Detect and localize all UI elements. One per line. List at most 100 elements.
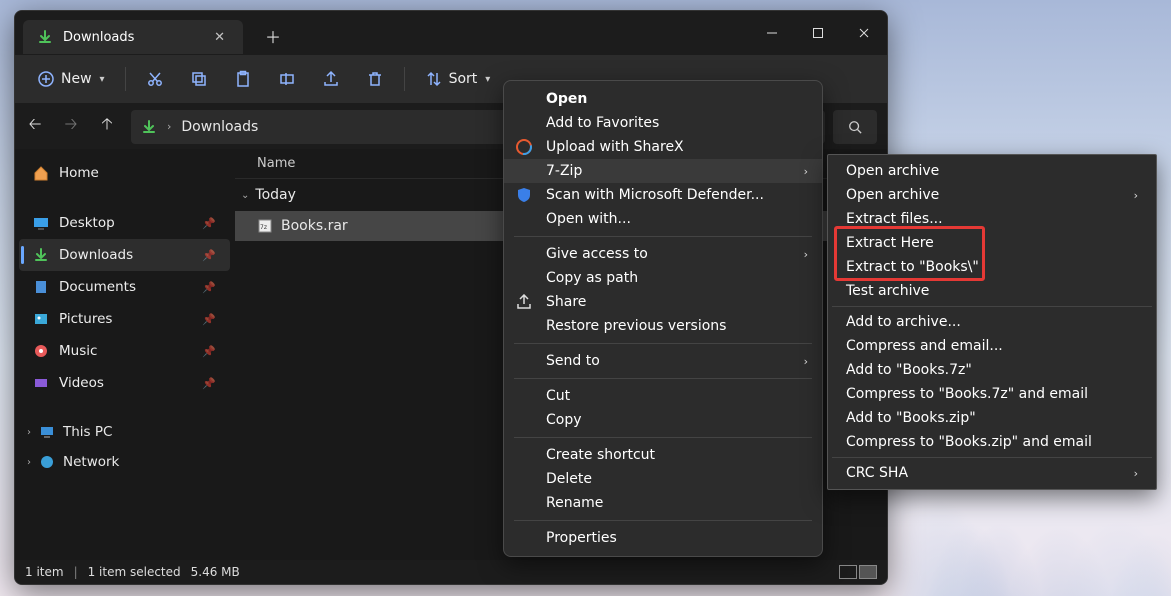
separator bbox=[514, 236, 812, 237]
cut-button[interactable] bbox=[136, 64, 174, 94]
icons-view-button[interactable] bbox=[859, 565, 877, 579]
search-button[interactable] bbox=[833, 110, 877, 144]
sidebar-item-videos[interactable]: Videos 📌 bbox=[19, 367, 230, 399]
ctx-send-to[interactable]: Send to› bbox=[504, 349, 822, 373]
trash-icon bbox=[366, 70, 384, 88]
ctx-defender[interactable]: Scan with Microsoft Defender... bbox=[504, 183, 822, 207]
pin-icon: 📌 bbox=[202, 249, 216, 262]
ctx-test-archive[interactable]: Test archive bbox=[828, 279, 1156, 303]
ctx-compress-email[interactable]: Compress and email... bbox=[828, 334, 1156, 358]
file-name: Books.rar bbox=[281, 218, 348, 234]
ctx-share[interactable]: Share bbox=[504, 290, 822, 314]
pin-icon: 📌 bbox=[202, 281, 216, 294]
column-name[interactable]: Name bbox=[235, 156, 317, 171]
documents-icon bbox=[33, 279, 49, 295]
ctx-restore-versions[interactable]: Restore previous versions bbox=[504, 314, 822, 338]
sort-icon bbox=[425, 70, 443, 88]
ctx-open-archive-sub[interactable]: Open archive› bbox=[828, 183, 1156, 207]
downloads-icon bbox=[33, 247, 49, 263]
maximize-button[interactable] bbox=[795, 11, 841, 55]
separator bbox=[514, 437, 812, 438]
status-bar: 1 item | 1 item selected 5.46 MB bbox=[15, 560, 887, 584]
chevron-right-icon: › bbox=[804, 165, 808, 178]
rename-button[interactable] bbox=[268, 64, 306, 94]
sidebar: Home Desktop 📌 Downloads 📌 Documents 📌 P… bbox=[15, 149, 235, 560]
ctx-copy-path[interactable]: Copy as path bbox=[504, 266, 822, 290]
sort-button[interactable]: Sort ▾ bbox=[415, 64, 501, 94]
forward-button[interactable]: 🡢 bbox=[55, 111, 87, 143]
ctx-create-shortcut[interactable]: Create shortcut bbox=[504, 443, 822, 467]
breadcrumb-location[interactable]: Downloads bbox=[181, 119, 258, 135]
minimize-button[interactable] bbox=[749, 11, 795, 55]
videos-icon bbox=[33, 375, 49, 391]
ctx-compress-zip-email[interactable]: Compress to "Books.zip" and email bbox=[828, 430, 1156, 454]
window-controls bbox=[749, 11, 887, 55]
chevron-right-icon: › bbox=[27, 457, 31, 468]
paste-button[interactable] bbox=[224, 64, 262, 94]
new-tab-button[interactable]: ＋ bbox=[257, 20, 289, 52]
separator bbox=[514, 378, 812, 379]
ctx-crc-sha[interactable]: CRC SHA› bbox=[828, 461, 1156, 485]
sidebar-item-this-pc[interactable]: › This PC bbox=[15, 417, 234, 447]
window-tab[interactable]: Downloads ✕ bbox=[23, 20, 243, 54]
pictures-icon bbox=[33, 311, 49, 327]
ctx-properties[interactable]: Properties bbox=[504, 526, 822, 550]
ctx-copy[interactable]: Copy bbox=[504, 408, 822, 432]
chevron-right-icon: › bbox=[1134, 189, 1138, 202]
shield-icon bbox=[514, 185, 534, 205]
ctx-open[interactable]: Open bbox=[504, 87, 822, 111]
ctx-add-favorites[interactable]: Add to Favorites bbox=[504, 111, 822, 135]
ctx-open-archive[interactable]: Open archive bbox=[828, 159, 1156, 183]
ctx-open-with[interactable]: Open with... bbox=[504, 207, 822, 231]
ctx-give-access[interactable]: Give access to› bbox=[504, 242, 822, 266]
ctx-upload-sharex[interactable]: Upload with ShareX bbox=[504, 135, 822, 159]
sidebar-item-pictures[interactable]: Pictures 📌 bbox=[19, 303, 230, 335]
downloads-icon bbox=[141, 119, 157, 135]
separator bbox=[514, 520, 812, 521]
sidebar-item-network[interactable]: › Network bbox=[15, 447, 234, 477]
search-icon bbox=[848, 120, 862, 134]
rar-file-icon: 7z bbox=[257, 218, 273, 234]
sidebar-item-documents[interactable]: Documents 📌 bbox=[19, 271, 230, 303]
ctx-extract-files[interactable]: Extract files... bbox=[828, 207, 1156, 231]
context-menu: Open Add to Favorites Upload with ShareX… bbox=[503, 80, 823, 557]
tab-title: Downloads bbox=[63, 30, 200, 45]
pin-icon: 📌 bbox=[202, 345, 216, 358]
chevron-down-icon: ▾ bbox=[485, 74, 490, 85]
delete-button[interactable] bbox=[356, 64, 394, 94]
copy-button[interactable] bbox=[180, 64, 218, 94]
ctx-extract-to[interactable]: Extract to "Books\" bbox=[828, 255, 1156, 279]
clipboard-icon bbox=[234, 70, 252, 88]
ctx-add-7z[interactable]: Add to "Books.7z" bbox=[828, 358, 1156, 382]
separator bbox=[832, 457, 1152, 458]
ctx-extract-here[interactable]: Extract Here bbox=[828, 231, 1156, 255]
share-icon bbox=[514, 292, 534, 312]
share-button[interactable] bbox=[312, 64, 350, 94]
chevron-right-icon: › bbox=[1134, 467, 1138, 480]
ctx-rename[interactable]: Rename bbox=[504, 491, 822, 515]
ctx-add-zip[interactable]: Add to "Books.zip" bbox=[828, 406, 1156, 430]
plus-circle-icon bbox=[37, 70, 55, 88]
up-button[interactable]: 🡡 bbox=[91, 111, 123, 143]
titlebar: Downloads ✕ ＋ bbox=[15, 11, 887, 55]
close-button[interactable] bbox=[841, 11, 887, 55]
ctx-cut[interactable]: Cut bbox=[504, 384, 822, 408]
sidebar-item-downloads[interactable]: Downloads 📌 bbox=[19, 239, 230, 271]
svg-text:7z: 7z bbox=[260, 224, 267, 231]
separator bbox=[404, 67, 405, 91]
tab-close-button[interactable]: ✕ bbox=[210, 28, 229, 47]
copy-icon bbox=[190, 70, 208, 88]
chevron-right-icon: › bbox=[27, 427, 31, 438]
ctx-compress-7z-email[interactable]: Compress to "Books.7z" and email bbox=[828, 382, 1156, 406]
ctx-delete[interactable]: Delete bbox=[504, 467, 822, 491]
new-button[interactable]: New ▾ bbox=[27, 64, 115, 94]
ctx-add-to-archive[interactable]: Add to archive... bbox=[828, 310, 1156, 334]
pin-icon: 📌 bbox=[202, 217, 216, 230]
sidebar-item-music[interactable]: Music 📌 bbox=[19, 335, 230, 367]
back-button[interactable]: 🡠 bbox=[19, 111, 51, 143]
sidebar-item-desktop[interactable]: Desktop 📌 bbox=[19, 207, 230, 239]
details-view-button[interactable] bbox=[839, 565, 857, 579]
ctx-7zip[interactable]: 7-Zip› bbox=[504, 159, 822, 183]
status-size: 5.46 MB bbox=[191, 565, 240, 579]
sidebar-item-home[interactable]: Home bbox=[19, 157, 230, 189]
